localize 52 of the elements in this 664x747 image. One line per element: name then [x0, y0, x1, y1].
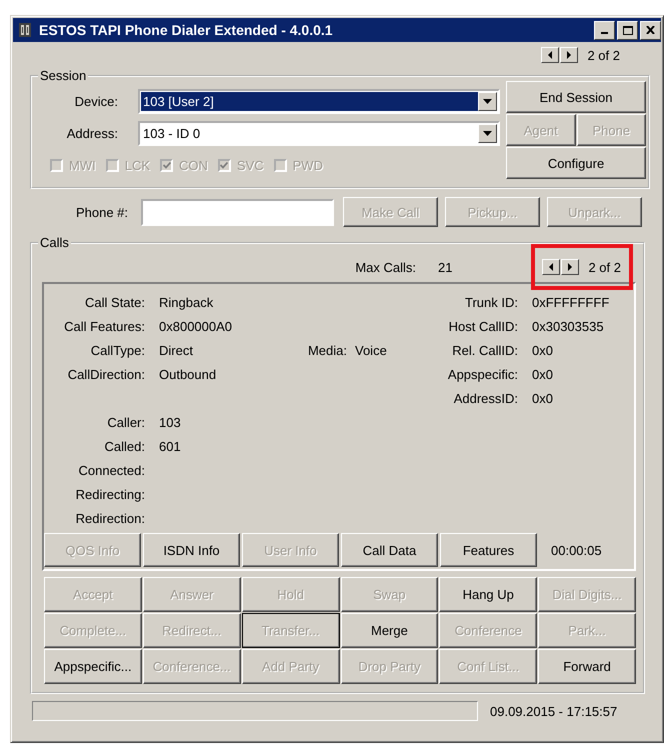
detail-value: Ringback — [158, 294, 214, 310]
detail-value: 601 — [158, 438, 182, 454]
detail-value: 0xFFFFFFFF — [531, 294, 610, 310]
detail-value: Voice — [354, 342, 388, 358]
detail-label: Caller: — [106, 414, 145, 430]
detail-label: Appspecific: — [446, 366, 518, 382]
dropdown-value: 103 - ID 0 — [143, 126, 200, 140]
detail-label: Called: — [104, 438, 145, 454]
button[interactable]: Features — [440, 533, 537, 567]
button[interactable]: Configure — [506, 147, 646, 179]
detail-label: Connected: — [78, 462, 145, 478]
detail-label: AddressID: — [452, 390, 518, 406]
dropdown[interactable]: 103 [User 2] — [138, 88, 500, 114]
field-label: Device: — [74, 94, 118, 108]
field-label: Phone #: — [74, 204, 128, 220]
button[interactable]: End Session — [506, 81, 646, 113]
page-counter: 2 of 2 — [587, 48, 620, 62]
dropdown[interactable]: 103 - ID 0 — [138, 120, 500, 146]
group-label: Calls — [40, 235, 69, 250]
detail-label: CallDirection: — [66, 366, 145, 382]
window-title: ESTOS TAPI Phone Dialer Extended - 4.0.0.1 — [39, 22, 334, 38]
detail-label: Media: — [306, 342, 347, 358]
detail-label: Redirecting: — [74, 486, 145, 502]
button[interactable]: Hang Up — [439, 577, 538, 612]
call-duration: 00:00:05 — [551, 542, 602, 558]
detail-value: Outbound — [158, 366, 218, 382]
max-calls-value: 21 — [438, 260, 452, 274]
button[interactable]: Appspecific... — [44, 649, 142, 684]
detail-label: Host CallID: — [448, 318, 518, 334]
detail-value: 103 — [158, 414, 182, 430]
field-label: Address: — [66, 126, 118, 140]
detail-label: Rel. CallID: — [451, 342, 518, 358]
button[interactable]: Call Data — [341, 533, 438, 567]
status-datetime: 09.09.2015 - 17:15:57 — [490, 704, 618, 718]
detail-value: Direct — [158, 342, 194, 358]
detail-value: 0x800000A0 — [158, 318, 234, 334]
detail-label: Call State: — [84, 294, 145, 310]
max-calls-label: Max Calls: — [355, 260, 416, 274]
page-counter: 2 of 2 — [588, 260, 621, 274]
detail-label: CallType: — [90, 342, 145, 358]
detail-label: Trunk ID: — [464, 294, 518, 310]
detail-label: Redirection: — [74, 510, 145, 526]
button[interactable]: ISDN Info — [143, 533, 240, 567]
detail-value: 0x30303535 — [531, 318, 605, 334]
detail-value: 0x0 — [531, 366, 554, 382]
button[interactable]: Merge — [340, 613, 438, 648]
dropdown-value: 103 [User 2] — [143, 94, 214, 108]
detail-label: Call Features: — [63, 318, 145, 334]
detail-value: 0x0 — [531, 342, 554, 358]
group-label: Session — [40, 68, 86, 83]
button[interactable]: Forward — [538, 649, 636, 684]
detail-value: 0x0 — [531, 390, 554, 406]
